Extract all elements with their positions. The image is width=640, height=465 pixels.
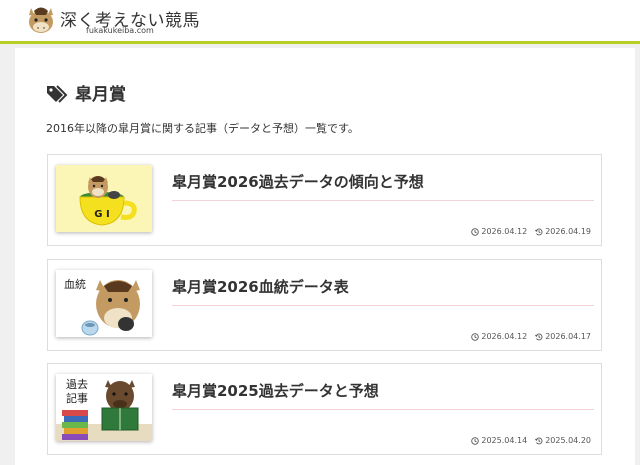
site-url: fukakukeiba.com: [86, 26, 154, 35]
article-card[interactable]: 血統 皐月賞2026血統データ表 2026.04.12 2026.04.17: [47, 259, 602, 351]
page-description: 2016年以降の皐月賞に関する記事（データと予想）一覧です。: [46, 122, 359, 135]
history-icon: [535, 227, 543, 235]
published-date-text: 2026.04.12: [481, 227, 528, 236]
article-card[interactable]: 過去 記事 皐月賞2025過去データと予想 2025.04.14 2025.04…: [47, 363, 602, 455]
history-icon: [535, 332, 543, 340]
thumb-label: 血統: [64, 277, 86, 291]
article-dates: 2026.04.12 2026.04.19: [471, 227, 591, 236]
horse-logo-icon[interactable]: [24, 2, 58, 36]
article-title[interactable]: 皐月賞2026血統データ表: [172, 276, 349, 297]
article-title[interactable]: 皐月賞2026過去データの傾向と予想: [172, 171, 424, 192]
thumb-label-line1: 過去: [66, 378, 88, 391]
site-header: 深く考えない競馬 fukakukeiba.com: [0, 0, 640, 44]
clock-icon: [471, 436, 480, 445]
updated-date-text: 2026.04.17: [545, 332, 591, 341]
updated-date: 2025.04.20: [535, 436, 591, 445]
published-date: 2026.04.12: [471, 227, 527, 236]
article-thumbnail[interactable]: 過去 記事: [56, 374, 152, 441]
updated-date-text: 2026.04.19: [545, 227, 591, 236]
history-icon: [535, 436, 543, 444]
article-dates: 2026.04.12 2026.04.17: [471, 332, 591, 341]
published-date-text: 2026.04.12: [481, 332, 528, 341]
tag-icon: [47, 85, 68, 103]
title-divider: [172, 409, 594, 410]
published-date: 2026.04.12: [471, 332, 527, 341]
thumb-label-line2: 記事: [66, 391, 88, 405]
title-divider: [172, 200, 594, 201]
published-date-text: 2025.04.14: [481, 436, 528, 445]
clock-icon: [471, 332, 480, 341]
title-divider: [172, 305, 594, 306]
updated-date: 2026.04.17: [535, 332, 591, 341]
published-date: 2025.04.14: [471, 436, 527, 445]
clock-icon: [471, 227, 480, 236]
thumb-label: G I: [94, 209, 109, 220]
article-thumbnail[interactable]: G I: [56, 165, 152, 232]
article-dates: 2025.04.14 2025.04.20: [471, 436, 591, 445]
updated-date-text: 2025.04.20: [545, 436, 591, 445]
updated-date: 2026.04.19: [535, 227, 591, 236]
page-title: 皐月賞: [75, 85, 126, 105]
article-card[interactable]: G I 皐月賞2026過去データの傾向と予想 2026.04.12 2026.0…: [47, 154, 602, 246]
article-title[interactable]: 皐月賞2025過去データと予想: [172, 380, 379, 401]
article-thumbnail[interactable]: 血統: [56, 270, 152, 337]
main-content: 皐月賞 2016年以降の皐月賞に関する記事（データと予想）一覧です。 G I 皐…: [15, 48, 635, 465]
